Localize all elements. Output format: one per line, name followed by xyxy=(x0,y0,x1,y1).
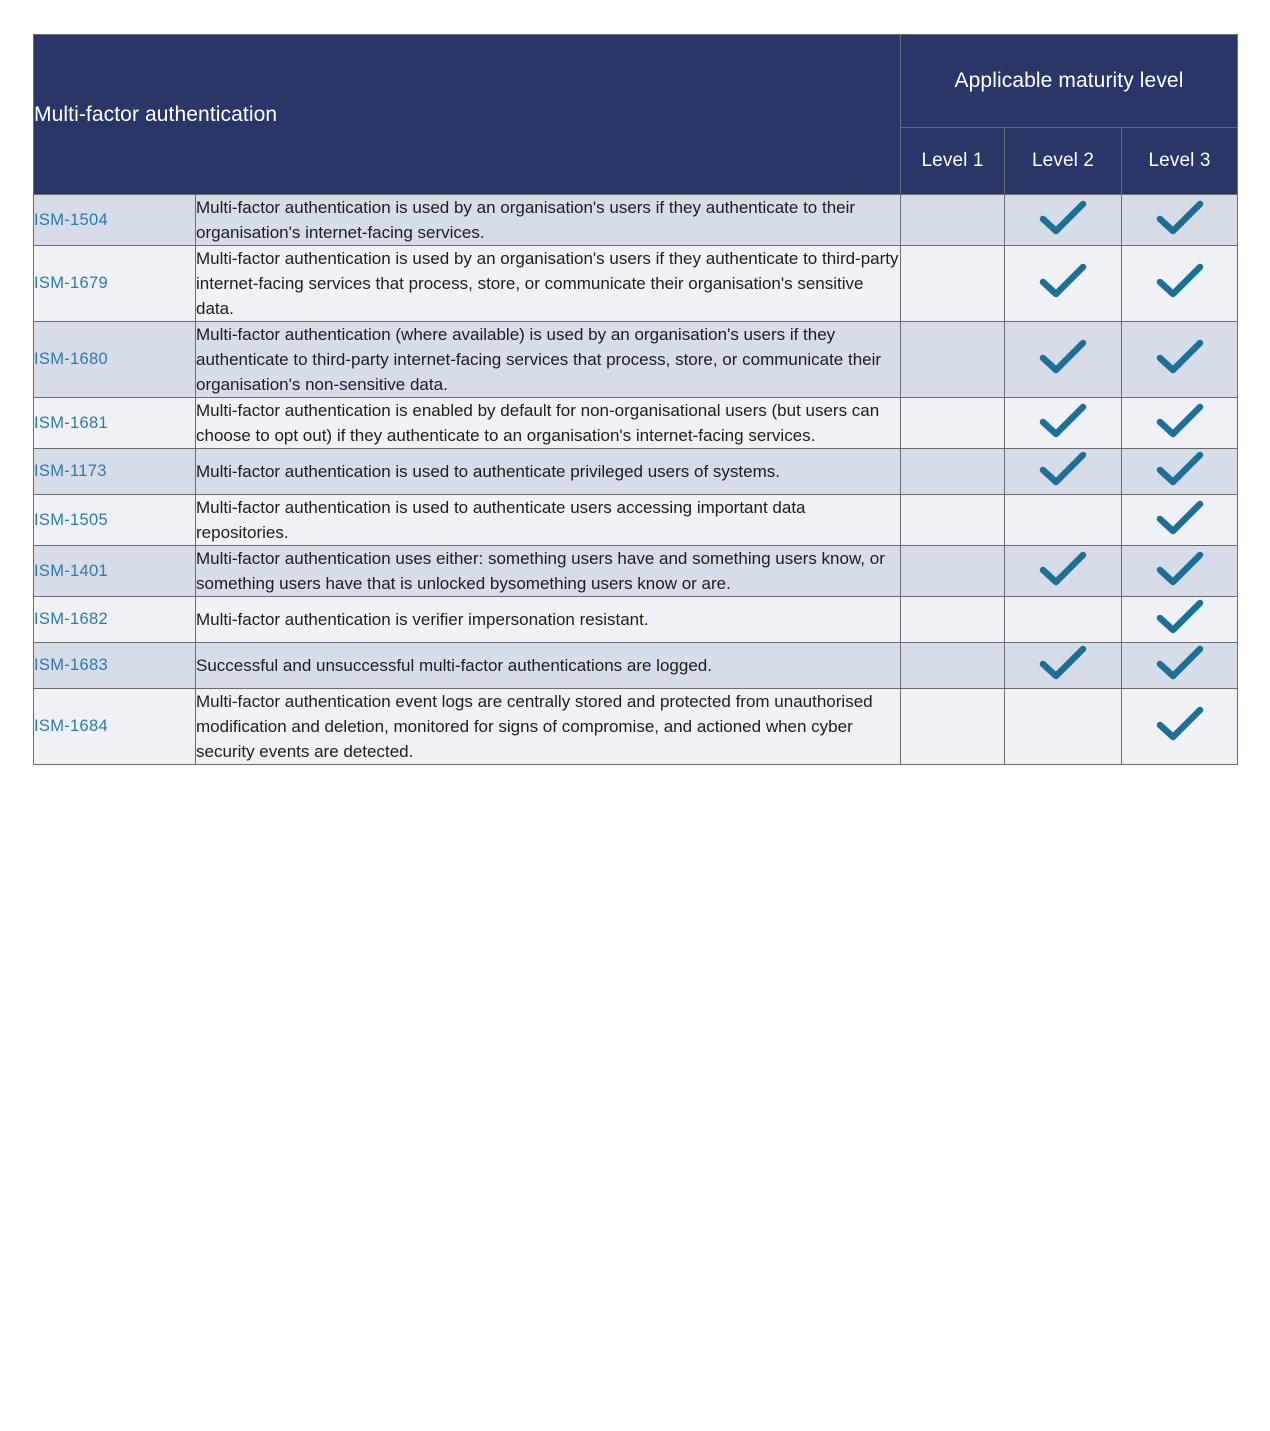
maturity-cell-level-2 xyxy=(1004,545,1122,597)
maturity-cell-level-3 xyxy=(1120,448,1239,495)
control-description: Multi-factor authentication is used to a… xyxy=(195,448,901,495)
ism-control-identifier[interactable]: ISM-1684 xyxy=(33,688,196,765)
maturity-cell-level-3 xyxy=(1120,596,1239,643)
table-row: ISM-1684 Multi-factor authentication even… xyxy=(33,688,1239,765)
ism-control-identifier[interactable]: ISM-1683 xyxy=(33,642,196,689)
applicable-maturity-level-header: Applicable maturity level xyxy=(899,34,1239,128)
maturity-cell-level-2 xyxy=(1004,194,1122,246)
maturity-cell-level-1 xyxy=(900,397,1005,449)
maturity-table-container: Multi-factor authentication Applicable m… xyxy=(33,34,1239,1388)
check-icon xyxy=(1155,337,1205,382)
check-icon xyxy=(1155,643,1205,688)
control-description: Multi-factor authentication (where avail… xyxy=(195,321,901,398)
maturity-cell-level-1 xyxy=(900,494,1005,546)
maturity-cell-level-1 xyxy=(900,545,1005,597)
maturity-cell-level-1 xyxy=(900,642,1005,689)
check-icon xyxy=(1038,337,1088,382)
check-icon xyxy=(1038,643,1088,688)
check-icon xyxy=(1155,449,1205,494)
check-icon xyxy=(1038,261,1088,306)
table-header: Multi-factor authentication Applicable m… xyxy=(33,34,1239,195)
maturity-cell-level-3 xyxy=(1120,642,1239,689)
ism-control-identifier[interactable]: ISM-1401 xyxy=(33,545,196,597)
check-icon xyxy=(1038,449,1088,494)
ism-control-identifier[interactable]: ISM-1173 xyxy=(33,448,196,495)
maturity-cell-level-2 xyxy=(1004,321,1122,398)
maturity-cell-level-3 xyxy=(1120,688,1239,765)
check-icon xyxy=(1038,549,1088,594)
column-header-level-1: Level 1 xyxy=(900,127,1005,195)
table-row: ISM-1682 Multi-factor authentication is v… xyxy=(33,596,1239,643)
table-title: Multi-factor authentication xyxy=(33,34,901,195)
maturity-cell-level-3 xyxy=(1120,397,1239,449)
control-description: Multi-factor authentication is used by a… xyxy=(195,245,901,322)
table-row: ISM-1504 Multi-factor authentication is u… xyxy=(33,194,1239,246)
maturity-cell-level-1 xyxy=(900,688,1005,765)
ism-control-identifier[interactable]: ISM-1682 xyxy=(33,596,196,643)
maturity-cell-level-1 xyxy=(900,321,1005,398)
check-icon xyxy=(1155,198,1205,243)
control-description: Multi-factor authentication uses either:… xyxy=(195,545,901,597)
table-row: ISM-1401 Multi-factor authentication uses… xyxy=(33,545,1239,597)
column-header-level-3: Level 3 xyxy=(1120,127,1239,195)
maturity-cell-level-1 xyxy=(900,448,1005,495)
maturity-cell-level-3 xyxy=(1120,494,1239,546)
maturity-cell-level-1 xyxy=(900,194,1005,246)
multi-factor-authentication-maturity-table: Multi-factor authentication Applicable m… xyxy=(33,34,1239,765)
table-row: ISM-1683 Successful and unsuccessful mult… xyxy=(33,642,1239,689)
check-icon xyxy=(1155,401,1205,446)
maturity-cell-level-2 xyxy=(1004,596,1122,643)
check-icon xyxy=(1155,704,1205,749)
maturity-cell-level-3 xyxy=(1120,321,1239,398)
maturity-cell-level-3 xyxy=(1120,245,1239,322)
check-icon xyxy=(1038,401,1088,446)
table-row: ISM-1681 Multi-factor authentication is e… xyxy=(33,397,1239,449)
check-icon xyxy=(1155,549,1205,594)
control-description: Multi-factor authentication is verifier … xyxy=(195,596,901,643)
control-description: Multi-factor authentication is used to a… xyxy=(195,494,901,546)
control-description: Multi-factor authentication event logs a… xyxy=(195,688,901,765)
maturity-cell-level-2 xyxy=(1004,397,1122,449)
table-row: ISM-1173 Multi-factor authentication is u… xyxy=(33,448,1239,495)
maturity-cell-level-2 xyxy=(1004,494,1122,546)
maturity-cell-level-2 xyxy=(1004,688,1122,765)
check-icon xyxy=(1155,261,1205,306)
header-row-top: Multi-factor authentication Applicable m… xyxy=(33,34,1239,195)
control-description: Multi-factor authentication is enabled b… xyxy=(195,397,901,449)
maturity-cell-level-3 xyxy=(1120,194,1239,246)
maturity-cell-level-3 xyxy=(1120,545,1239,597)
maturity-cell-level-2 xyxy=(1004,642,1122,689)
table-row: ISM-1505 Multi-factor authentication is u… xyxy=(33,494,1239,546)
ism-control-identifier[interactable]: ISM-1681 xyxy=(33,397,196,449)
maturity-cell-level-1 xyxy=(900,245,1005,322)
ism-control-identifier[interactable]: ISM-1680 xyxy=(33,321,196,398)
check-icon xyxy=(1155,597,1205,642)
ism-control-identifier[interactable]: ISM-1505 xyxy=(33,494,196,546)
check-icon xyxy=(1155,498,1205,543)
maturity-cell-level-2 xyxy=(1004,245,1122,322)
maturity-cell-level-2 xyxy=(1004,448,1122,495)
maturity-cell-level-1 xyxy=(900,596,1005,643)
control-description: Successful and unsuccessful multi-factor… xyxy=(195,642,901,689)
table-row: ISM-1680 Multi-factor authentication (whe… xyxy=(33,321,1239,398)
column-header-level-2: Level 2 xyxy=(1004,127,1122,195)
ism-control-identifier[interactable]: ISM-1679 xyxy=(33,245,196,322)
ism-control-identifier[interactable]: ISM-1504 xyxy=(33,194,196,246)
control-description: Multi-factor authentication is used by a… xyxy=(195,194,901,246)
table-row: ISM-1679 Multi-factor authentication is u… xyxy=(33,245,1239,322)
table-body: ISM-1504 Multi-factor authentication is u… xyxy=(33,194,1239,765)
check-icon xyxy=(1038,198,1088,243)
